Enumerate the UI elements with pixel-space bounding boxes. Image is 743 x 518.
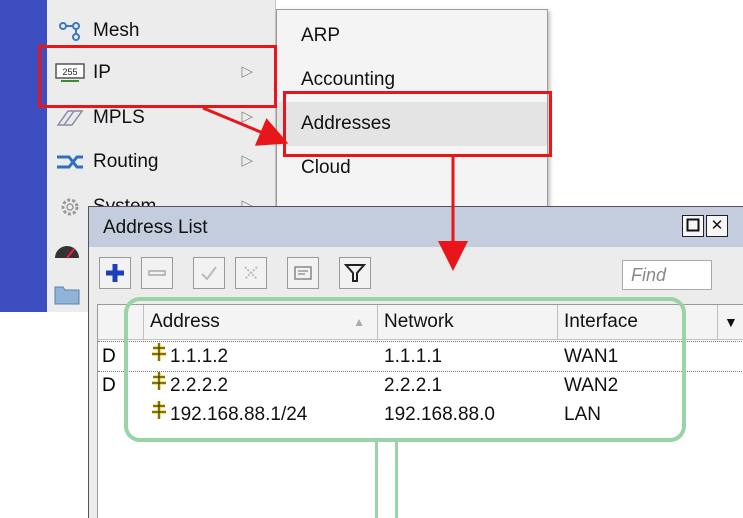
arrow-to-addresses bbox=[202, 106, 289, 146]
screenshot: Mesh 255 IP ▷ MPLS ▷ Routing ▷ ARP Accou… bbox=[0, 0, 743, 518]
annotation-arrows bbox=[202, 106, 468, 271]
